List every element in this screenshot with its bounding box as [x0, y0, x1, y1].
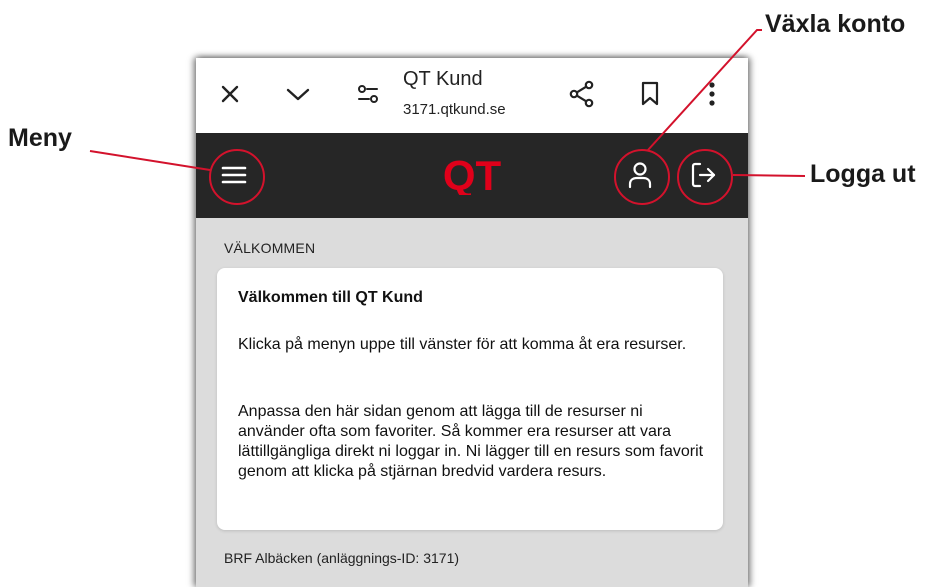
- menu-leader-line: [89, 150, 211, 171]
- annotation-leaders: [89, 29, 806, 177]
- logout-leader-line: [732, 174, 806, 177]
- switch-account-leader-line: [647, 29, 762, 151]
